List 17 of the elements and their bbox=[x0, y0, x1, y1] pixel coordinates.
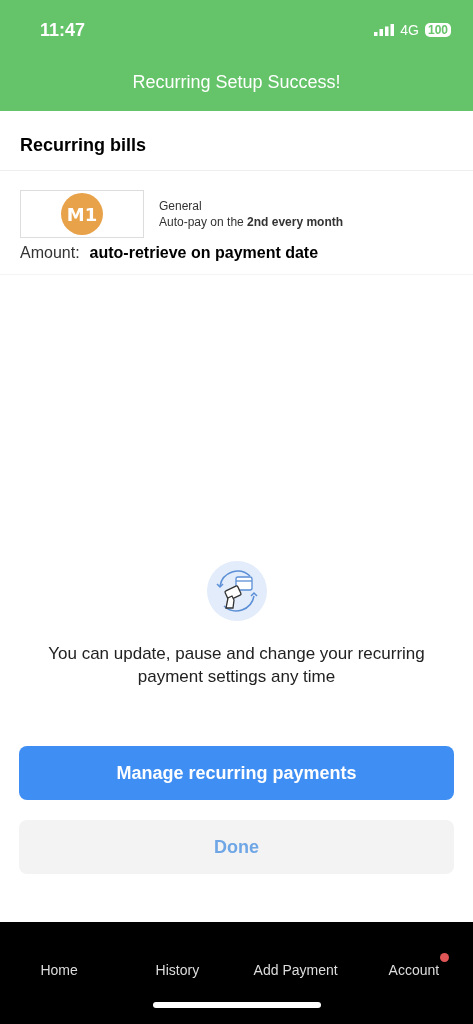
section-title: Recurring bills bbox=[0, 111, 473, 171]
amount-value: auto-retrieve on payment date bbox=[89, 244, 319, 262]
nav-tab[interactable]: Home bbox=[30, 953, 88, 978]
nav-tab[interactable]: Add Payment bbox=[243, 953, 348, 978]
header-title: Recurring Setup Success! bbox=[131, 71, 342, 93]
network-label: 4G bbox=[400, 22, 419, 38]
amount-label: Amount: bbox=[20, 244, 80, 262]
signal-icon bbox=[374, 24, 395, 36]
recurring-card-icon bbox=[205, 560, 268, 622]
bill-category: General bbox=[159, 199, 203, 213]
battery-level: 100 bbox=[424, 23, 451, 37]
biller-logo: M1 bbox=[61, 193, 103, 235]
info-text: You can update, pause and change your recurring payment settings any time bbox=[47, 643, 426, 688]
nav-tab[interactable]: History bbox=[145, 953, 210, 978]
status-time: 11:47 bbox=[40, 19, 86, 41]
bill-schedule: Auto-pay on the 2nd every month bbox=[159, 215, 344, 229]
nav-tab[interactable]: Account bbox=[378, 953, 450, 978]
